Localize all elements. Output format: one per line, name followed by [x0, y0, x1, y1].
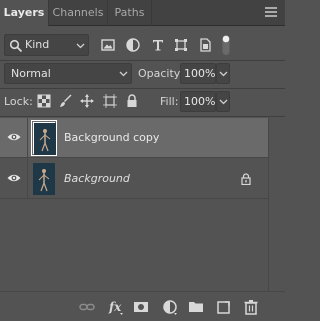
- layer-mask-icon[interactable]: [133, 299, 149, 315]
- fill-dropdown-button[interactable]: [216, 91, 230, 112]
- group-folder-icon[interactable]: [188, 299, 204, 315]
- panel-bottom-bar: fx: [0, 291, 285, 321]
- blend-row: Normal Opacity: 100%: [0, 62, 285, 86]
- image-filter-icon[interactable]: [100, 37, 116, 53]
- layers-panel: Layers Channels Paths Kind Normal Opacit…: [0, 0, 285, 321]
- divider: [0, 116, 285, 117]
- fill-value: 100%: [184, 95, 216, 108]
- eye-visibility-icon[interactable]: [7, 173, 21, 183]
- eye-visibility-icon[interactable]: [7, 132, 21, 142]
- filter-toggle-icon[interactable]: [219, 34, 233, 56]
- tab-paths[interactable]: Paths: [108, 0, 152, 26]
- shape-filter-icon[interactable]: [173, 37, 189, 53]
- opacity-value: 100%: [184, 67, 216, 80]
- filter-kind-label: Kind: [25, 38, 50, 51]
- opacity-input[interactable]: 100%: [180, 63, 216, 84]
- opacity-dropdown-button[interactable]: [216, 63, 230, 84]
- opacity-label: Opacity:: [138, 67, 184, 80]
- blend-mode-value: Normal: [11, 67, 51, 80]
- divider: [0, 60, 285, 61]
- link-layers-icon[interactable]: [79, 299, 95, 315]
- smart-object-filter-icon[interactable]: [197, 37, 213, 53]
- trash-icon[interactable]: [243, 299, 259, 315]
- lock-icon[interactable]: [240, 173, 252, 185]
- chevron-down-icon: [76, 43, 85, 49]
- panel-menu-icon[interactable]: [265, 7, 277, 19]
- svg-text:fx: fx: [108, 300, 122, 314]
- adjustment-layer-icon[interactable]: [162, 299, 178, 315]
- new-layer-icon[interactable]: [216, 299, 232, 315]
- figure-thumbnail-image: [33, 163, 55, 195]
- layer-thumbnail: [31, 120, 57, 156]
- chevron-down-icon: [119, 71, 128, 77]
- layer-name[interactable]: Background: [64, 172, 130, 185]
- search-icon: [9, 39, 23, 53]
- tab-layers[interactable]: Layers: [0, 0, 48, 27]
- lock-all-icon[interactable]: [125, 94, 139, 108]
- panel-tab-bar: Layers Channels Paths: [0, 0, 285, 27]
- lock-position-icon[interactable]: [80, 94, 94, 108]
- divider: [27, 159, 28, 199]
- lock-row: Lock: Fill: 100%: [0, 90, 285, 114]
- layer-name[interactable]: Background copy: [64, 131, 159, 144]
- adjustment-filter-icon[interactable]: [125, 37, 141, 53]
- filter-row: Kind: [0, 34, 285, 58]
- layer-row-background[interactable]: Background: [0, 159, 268, 199]
- chevron-down-icon: [219, 99, 228, 105]
- lock-image-pixels-icon[interactable]: [59, 94, 73, 108]
- blend-mode-select[interactable]: Normal: [4, 63, 132, 84]
- lock-transparent-pixels-icon[interactable]: [37, 94, 51, 108]
- type-filter-icon[interactable]: [150, 37, 166, 53]
- layers-scrollbar[interactable]: [268, 118, 285, 296]
- fx-icon[interactable]: fx: [108, 299, 124, 315]
- layer-thumbnail: [33, 163, 55, 195]
- tab-channels[interactable]: Channels: [48, 0, 108, 26]
- fill-label: Fill:: [160, 95, 179, 108]
- divider: [27, 118, 28, 158]
- lock-label: Lock:: [4, 95, 33, 108]
- lock-artboard-icon[interactable]: [103, 94, 117, 108]
- fill-input[interactable]: 100%: [180, 91, 216, 112]
- divider: [0, 88, 285, 89]
- layers-list: Background copy Background: [0, 118, 268, 296]
- layer-row-background-copy[interactable]: Background copy: [0, 118, 268, 158]
- chevron-down-icon: [219, 71, 228, 77]
- filter-kind-select[interactable]: Kind: [4, 34, 89, 56]
- figure-thumbnail-image: [34, 123, 56, 155]
